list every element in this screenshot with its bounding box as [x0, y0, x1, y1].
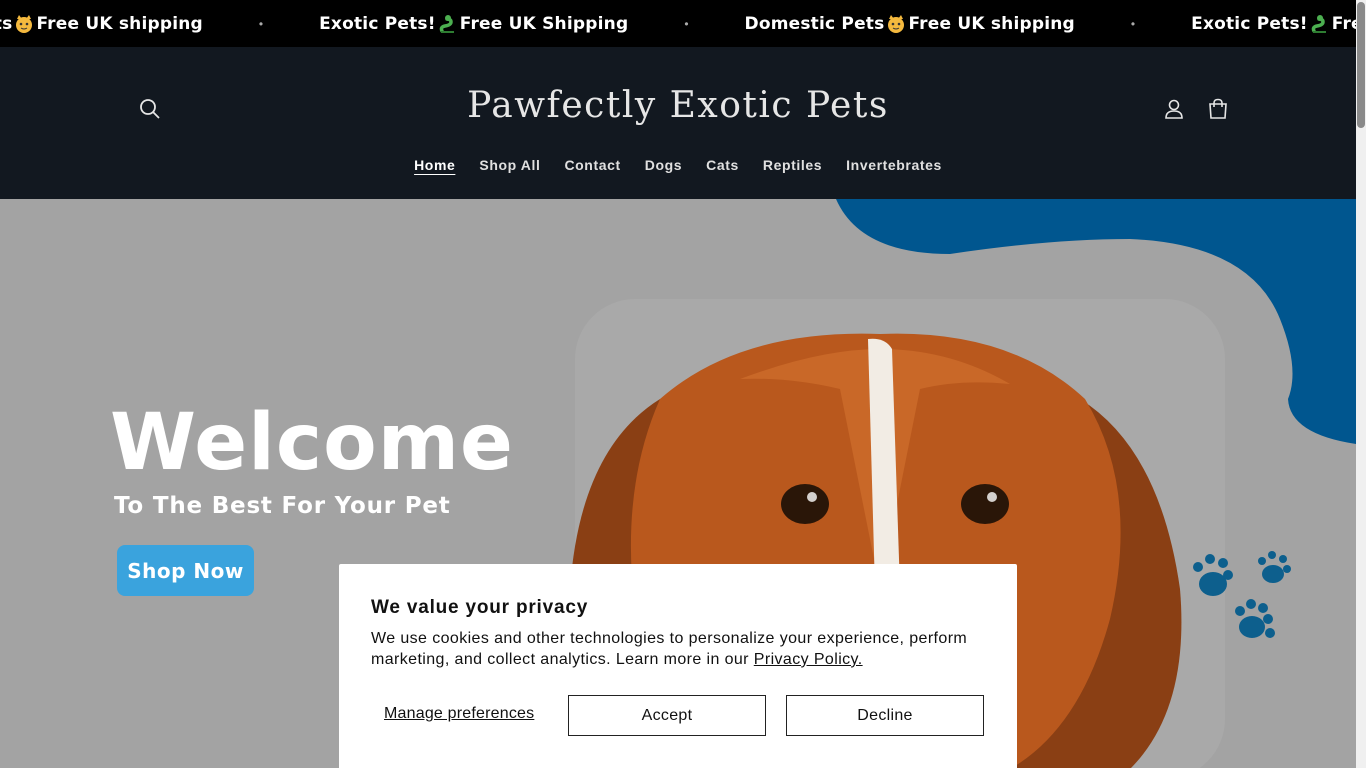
user-icon	[1165, 99, 1183, 119]
announcement-text: Free UK shipping	[36, 13, 203, 34]
cookie-body-text: We use cookies and other technologies to…	[371, 630, 968, 668]
announcement-text: Free UK Shipping	[459, 13, 629, 34]
announcement-item: Domestic Pets Free UK shipping	[745, 14, 1075, 34]
nav-invertebrates[interactable]: Invertebrates	[834, 155, 954, 175]
announcement-bar: c Pets Free UK shipping • Exotic Pets! F…	[0, 0, 1356, 47]
privacy-policy-link[interactable]: Privacy Policy.	[754, 651, 863, 668]
nav-shop-all[interactable]: Shop All	[467, 155, 552, 175]
snake-icon	[439, 14, 454, 33]
hero-title: Welcome	[110, 398, 514, 488]
shop-now-button[interactable]: Shop Now	[117, 545, 254, 596]
main-nav: Home Shop All Contact Dogs Cats Reptiles…	[0, 155, 1356, 175]
announcement-text: Free UK	[1331, 13, 1356, 34]
hero-subtitle: To The Best For Your Pet	[114, 493, 451, 519]
page-scrollbar[interactable]	[1356, 0, 1366, 768]
site-logo[interactable]: Pawfectly Exotic Pets	[0, 85, 1356, 126]
site-header: Pawfectly Exotic Pets Home Shop All Cont…	[0, 47, 1356, 199]
separator-dot: •	[684, 16, 689, 31]
accept-button[interactable]: Accept	[568, 695, 766, 736]
announcement-item: c Pets Free UK shipping	[0, 14, 203, 34]
announcement-text: Exotic Pets!	[319, 13, 436, 34]
nav-home[interactable]: Home	[402, 155, 467, 175]
announcement-text: Domestic Pets	[744, 13, 885, 34]
snake-icon	[1311, 14, 1326, 33]
separator-dot: •	[258, 16, 264, 31]
separator-dot: •	[1130, 16, 1136, 31]
cookie-banner: We value your privacy We use cookies and…	[339, 564, 1017, 768]
manage-preferences-link[interactable]: Manage preferences	[384, 705, 534, 723]
nav-dogs[interactable]: Dogs	[633, 155, 694, 175]
cookie-body: We use cookies and other technologies to…	[371, 628, 991, 670]
cart-button[interactable]	[1202, 93, 1234, 125]
paw-prints-decoration	[1193, 551, 1291, 638]
shopping-bag-icon	[1209, 98, 1227, 119]
announcement-track: c Pets Free UK shipping • Exotic Pets! F…	[0, 0, 1356, 47]
nav-cats[interactable]: Cats	[694, 155, 751, 175]
nav-reptiles[interactable]: Reptiles	[751, 155, 834, 175]
cat-face-icon	[888, 14, 905, 33]
announcement-text: Free UK shipping	[908, 13, 1075, 34]
announcement-item: Exotic Pets! Free UK Shipping	[319, 14, 628, 34]
announcement-item: Exotic Pets! Free UK	[1191, 14, 1356, 34]
account-button[interactable]	[1158, 93, 1190, 125]
announcement-text: c Pets	[0, 13, 13, 34]
nav-contact[interactable]: Contact	[552, 155, 632, 175]
scrollbar-thumb[interactable]	[1357, 2, 1365, 128]
decline-button[interactable]: Decline	[786, 695, 984, 736]
announcement-text: Exotic Pets!	[1191, 13, 1308, 34]
cat-face-icon	[16, 14, 33, 33]
cookie-title: We value your privacy	[371, 597, 589, 618]
